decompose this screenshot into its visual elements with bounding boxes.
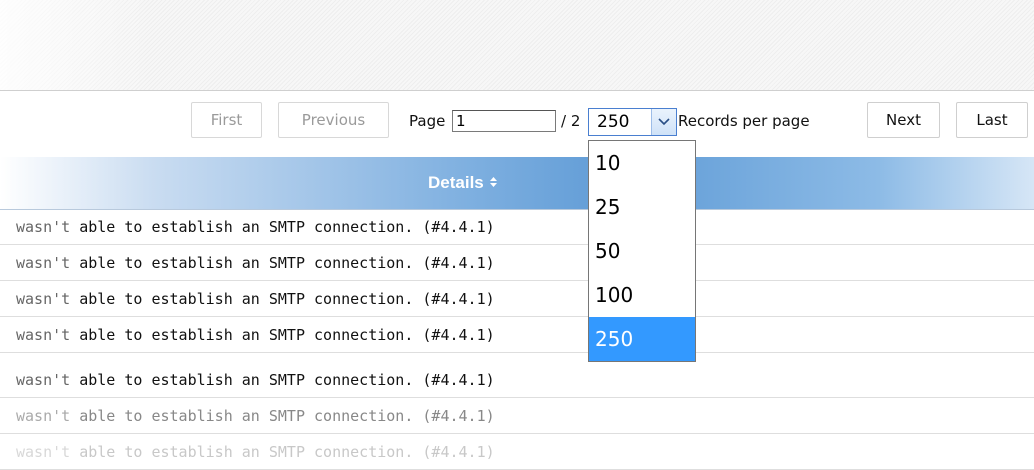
sort-icon[interactable] xyxy=(489,157,498,209)
details-column-header[interactable]: Details xyxy=(428,157,498,209)
row-text: able to establish an SMTP connection. (#… xyxy=(70,254,495,272)
table-row: wasn't able to establish an SMTP connect… xyxy=(0,398,1034,434)
chevron-down-icon[interactable] xyxy=(651,109,676,135)
row-prefix: wasn't xyxy=(16,371,71,389)
table-row: wasn't able to establish an SMTP connect… xyxy=(0,362,1034,398)
last-button[interactable]: Last xyxy=(956,102,1028,138)
option-10[interactable]: 10 xyxy=(589,141,695,185)
row-text: able to establish an SMTP connection. (#… xyxy=(70,371,495,389)
option-250[interactable]: 250 xyxy=(589,317,695,361)
row-text: able to establish an SMTP connection. (#… xyxy=(70,443,495,461)
page-label: Page xyxy=(409,112,446,130)
records-per-page-value: 250 xyxy=(597,112,630,132)
banner-fade xyxy=(0,0,150,90)
row-prefix: wasn't xyxy=(16,290,71,308)
table-row: wasn't able to establish an SMTP connect… xyxy=(0,281,1034,317)
records-per-page-label: Records per page xyxy=(678,112,810,130)
row-prefix: wasn't xyxy=(16,254,71,272)
details-header-label: Details xyxy=(428,173,484,192)
row-prefix: wasn't xyxy=(16,443,71,461)
next-button[interactable]: Next xyxy=(867,102,940,138)
row-prefix: wasn't xyxy=(16,218,71,236)
table-row: wasn't able to establish an SMTP connect… xyxy=(0,317,1034,353)
table-row: wasn't able to establish an SMTP connect… xyxy=(0,209,1034,245)
row-text: able to establish an SMTP connection. (#… xyxy=(70,290,495,308)
previous-button[interactable]: Previous xyxy=(278,102,389,138)
table-row: wasn't able to establish an SMTP connect… xyxy=(0,434,1034,470)
records-per-page-dropdown: 10 25 50 100 250 xyxy=(588,140,696,362)
option-100[interactable]: 100 xyxy=(589,273,695,317)
row-prefix: wasn't xyxy=(16,326,71,344)
top-banner xyxy=(0,0,1034,91)
records-per-page-select[interactable]: 250 xyxy=(588,108,677,136)
table-row: wasn't able to establish an SMTP connect… xyxy=(0,245,1034,281)
option-50[interactable]: 50 xyxy=(589,229,695,273)
row-text: able to establish an SMTP connection. (#… xyxy=(70,407,495,425)
row-text: able to establish an SMTP connection. (#… xyxy=(70,218,495,236)
page-number-input[interactable] xyxy=(452,110,556,132)
row-prefix: wasn't xyxy=(16,407,71,425)
row-text: able to establish an SMTP connection. (#… xyxy=(70,326,495,344)
table-header: Details xyxy=(0,157,1034,210)
first-button[interactable]: First xyxy=(191,102,262,138)
total-pages-label: / 2 xyxy=(561,112,581,130)
option-25[interactable]: 25 xyxy=(589,185,695,229)
